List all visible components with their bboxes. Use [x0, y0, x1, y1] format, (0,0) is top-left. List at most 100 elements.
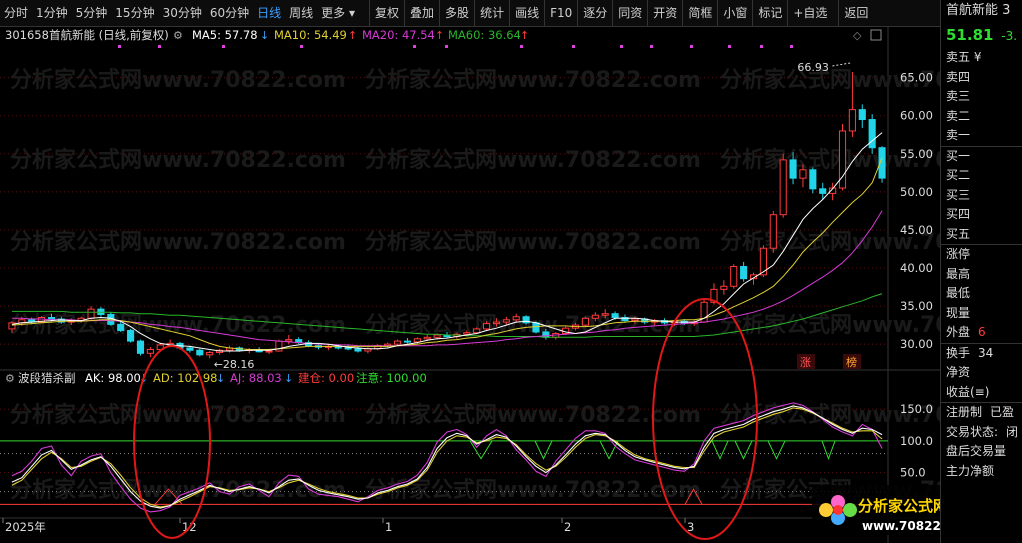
- toolbar-f10-button[interactable]: F10: [544, 0, 577, 26]
- date-tick-label: 1: [385, 520, 392, 534]
- candle-body: [502, 319, 510, 323]
- toolbar-tongji-button[interactable]: 统计: [474, 0, 509, 26]
- candle-body: [858, 109, 866, 121]
- period-15min[interactable]: 15分钟: [111, 0, 158, 26]
- quote-row: 卖二: [941, 107, 1022, 127]
- indicator-settings-icon[interactable]: ⚙: [5, 372, 15, 385]
- candle[interactable]: [127, 328, 135, 343]
- price-tick-label: 40.00: [900, 261, 933, 275]
- watermark-text: 分析家公式网www.70822.com: [10, 402, 346, 428]
- chart-title[interactable]: 首航新能 (日线,前复权): [49, 28, 169, 42]
- quote-row-label: 卖三: [946, 89, 971, 103]
- period-weekly[interactable]: 周线: [285, 0, 317, 26]
- ma5-legend: MA5: 57.78: [192, 28, 258, 42]
- toolbar-back-button[interactable]: 返回: [838, 0, 873, 26]
- ma60-arrow-icon: ↑: [520, 29, 529, 42]
- candle-body: [482, 323, 491, 330]
- quote-row-label: 买五: [946, 226, 971, 241]
- quote-row: 现量: [941, 304, 1022, 324]
- quote-row-label: 卖五 ¥: [946, 50, 982, 64]
- candle[interactable]: [868, 114, 876, 154]
- settings-icon[interactable]: ⚙: [173, 29, 183, 42]
- candle[interactable]: [196, 348, 204, 357]
- ad-arrow-icon: ↓: [216, 372, 225, 385]
- candle-body: [848, 109, 856, 132]
- indicator-tick-label: 50.0: [900, 466, 926, 480]
- kline-chart[interactable]: 分析家公式网www.70822.com 分析家公式网www.70822.com 分析…: [0, 27, 940, 543]
- event-marker: [790, 45, 793, 48]
- candle[interactable]: [136, 339, 145, 356]
- toolbar-tongzi-button[interactable]: 同资: [612, 0, 647, 26]
- period-1min[interactable]: 1分钟: [32, 0, 72, 26]
- event-marker: [158, 45, 161, 48]
- indicator-name[interactable]: 波段猎杀副: [18, 371, 76, 385]
- quote-row-label: 现量: [946, 305, 971, 320]
- candle-body: [868, 119, 876, 149]
- quote-row: 净资: [941, 363, 1022, 383]
- candle[interactable]: [522, 315, 530, 325]
- toolbar-fuquan-button[interactable]: 复权: [369, 0, 404, 26]
- toolbar-xiaochuang-button[interactable]: 小窗: [717, 0, 752, 26]
- period-daily[interactable]: 日线: [253, 0, 285, 26]
- candle-body: [799, 169, 807, 179]
- candle-body: [285, 339, 293, 342]
- candle-body: [512, 316, 520, 321]
- candle[interactable]: [581, 316, 589, 327]
- quote-row-label: 主力净额: [946, 463, 995, 478]
- quote-row-label: 外盘: [946, 325, 971, 339]
- quote-price: 51.81: [946, 26, 994, 44]
- quote-row: 最高: [941, 265, 1022, 285]
- toolbar-diejia-button[interactable]: 叠加: [404, 0, 439, 26]
- watermark-text: 分析家公式网www.70822.com: [10, 67, 346, 93]
- diamond-icon[interactable]: ◇: [853, 29, 862, 42]
- period-more[interactable]: 更多 ▾: [317, 0, 359, 26]
- price-tick-label: 45.00: [900, 223, 933, 237]
- price-tick-label: 35.00: [900, 299, 933, 313]
- quote-row: 买五: [941, 225, 1022, 245]
- candle-body: [532, 322, 540, 333]
- toolbar-zixuan-button[interactable]: +自选: [787, 0, 832, 26]
- period-30min[interactable]: 30分钟: [159, 0, 206, 26]
- period-5min[interactable]: 5分钟: [72, 0, 112, 26]
- event-marker: [650, 45, 653, 48]
- event-marker: [222, 45, 225, 48]
- candle-body: [117, 323, 125, 331]
- ma5-arrow-icon: ↓: [260, 29, 269, 42]
- period-fenshi[interactable]: 分时: [0, 0, 32, 26]
- toolbar-zhubi-button[interactable]: 逐分: [577, 0, 612, 26]
- candle-body: [393, 340, 402, 345]
- zhang-badge[interactable]: 涨: [800, 356, 811, 369]
- quote-row-label: 卖一: [946, 128, 971, 142]
- watermark-text: 分析家公式网www.70822.com: [10, 229, 346, 255]
- candle-body: [463, 332, 471, 335]
- candle-body: [492, 321, 501, 325]
- toolbar-biaoji-button[interactable]: 标记: [752, 0, 787, 26]
- ma20-arrow-icon: ↑: [435, 29, 444, 42]
- candle[interactable]: [779, 153, 787, 218]
- quote-row-label: 买三: [946, 187, 971, 202]
- quote-stock-name: 首航新能 3: [946, 3, 1011, 18]
- candle[interactable]: [769, 210, 777, 253]
- period-60min[interactable]: 60分钟: [206, 0, 253, 26]
- low-price-label: ←28.16: [214, 358, 255, 371]
- jiancang-legend: 建仓: 0.00: [298, 371, 354, 385]
- quote-row-value: 34: [978, 345, 994, 360]
- quote-row: 盘后交易量: [941, 442, 1022, 462]
- bang-badge[interactable]: 榜: [846, 355, 857, 369]
- candle-body: [809, 169, 817, 190]
- quote-row: 涨停: [941, 244, 1022, 265]
- toolbar-duogu-button[interactable]: 多股: [439, 0, 474, 26]
- candle[interactable]: [838, 124, 847, 191]
- candle-body: [47, 317, 56, 320]
- toolbar-huaxian-button[interactable]: 画线: [509, 0, 544, 26]
- quote-row-label: 买四: [946, 207, 971, 221]
- candle[interactable]: [730, 264, 738, 289]
- candle-body: [819, 188, 827, 194]
- toolbar-jiankuang-button[interactable]: 简框: [682, 0, 717, 26]
- aj-legend: AJ: 88.03: [230, 371, 282, 385]
- logo-text: 分析家公式网: [858, 497, 940, 515]
- toolbar-kaizi-button[interactable]: 开资: [647, 0, 682, 26]
- quote-row: 买一: [941, 145, 1022, 167]
- date-tick-label: 2025年: [5, 520, 46, 534]
- event-marker: [690, 45, 693, 48]
